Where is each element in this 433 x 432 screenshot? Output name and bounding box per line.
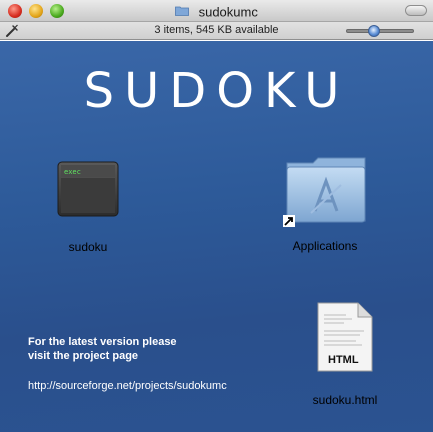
html-document-icon[interactable]: HTML bbox=[316, 301, 374, 373]
project-url: http://sourceforge.net/projects/sudokumc bbox=[28, 380, 227, 392]
applications-folder-icon[interactable] bbox=[283, 155, 369, 225]
sudoku-banner: SUDOKU bbox=[83, 63, 350, 119]
alias-arrow-icon bbox=[283, 215, 295, 227]
applications-label[interactable]: Applications bbox=[270, 239, 380, 253]
info-text: For the latest version please visit the … bbox=[28, 335, 177, 363]
terminal-exec-icon[interactable]: exec bbox=[57, 161, 119, 217]
html-icon-text: HTML bbox=[328, 354, 359, 366]
window-title: sudokumc bbox=[198, 4, 258, 20]
finder-window: sudokumc 3 items, 545 KB available SUDOK… bbox=[0, 0, 433, 432]
toolbar-toggle-button[interactable] bbox=[405, 5, 427, 16]
title-bar[interactable]: sudokumc bbox=[0, 0, 433, 22]
folder-icon bbox=[175, 6, 190, 17]
info-line-2: visit the project page bbox=[28, 350, 139, 362]
status-bar: 3 items, 545 KB available bbox=[0, 22, 433, 40]
folder-content: SUDOKU exec sudoku Applications HTML sud… bbox=[0, 41, 433, 432]
exec-file-label[interactable]: sudoku bbox=[40, 240, 136, 254]
info-line-1: For the latest version please bbox=[28, 336, 177, 348]
window-title-group: sudokumc bbox=[0, 3, 433, 19]
html-file-label[interactable]: sudoku.html bbox=[290, 393, 400, 407]
exec-icon-text: exec bbox=[64, 168, 81, 176]
